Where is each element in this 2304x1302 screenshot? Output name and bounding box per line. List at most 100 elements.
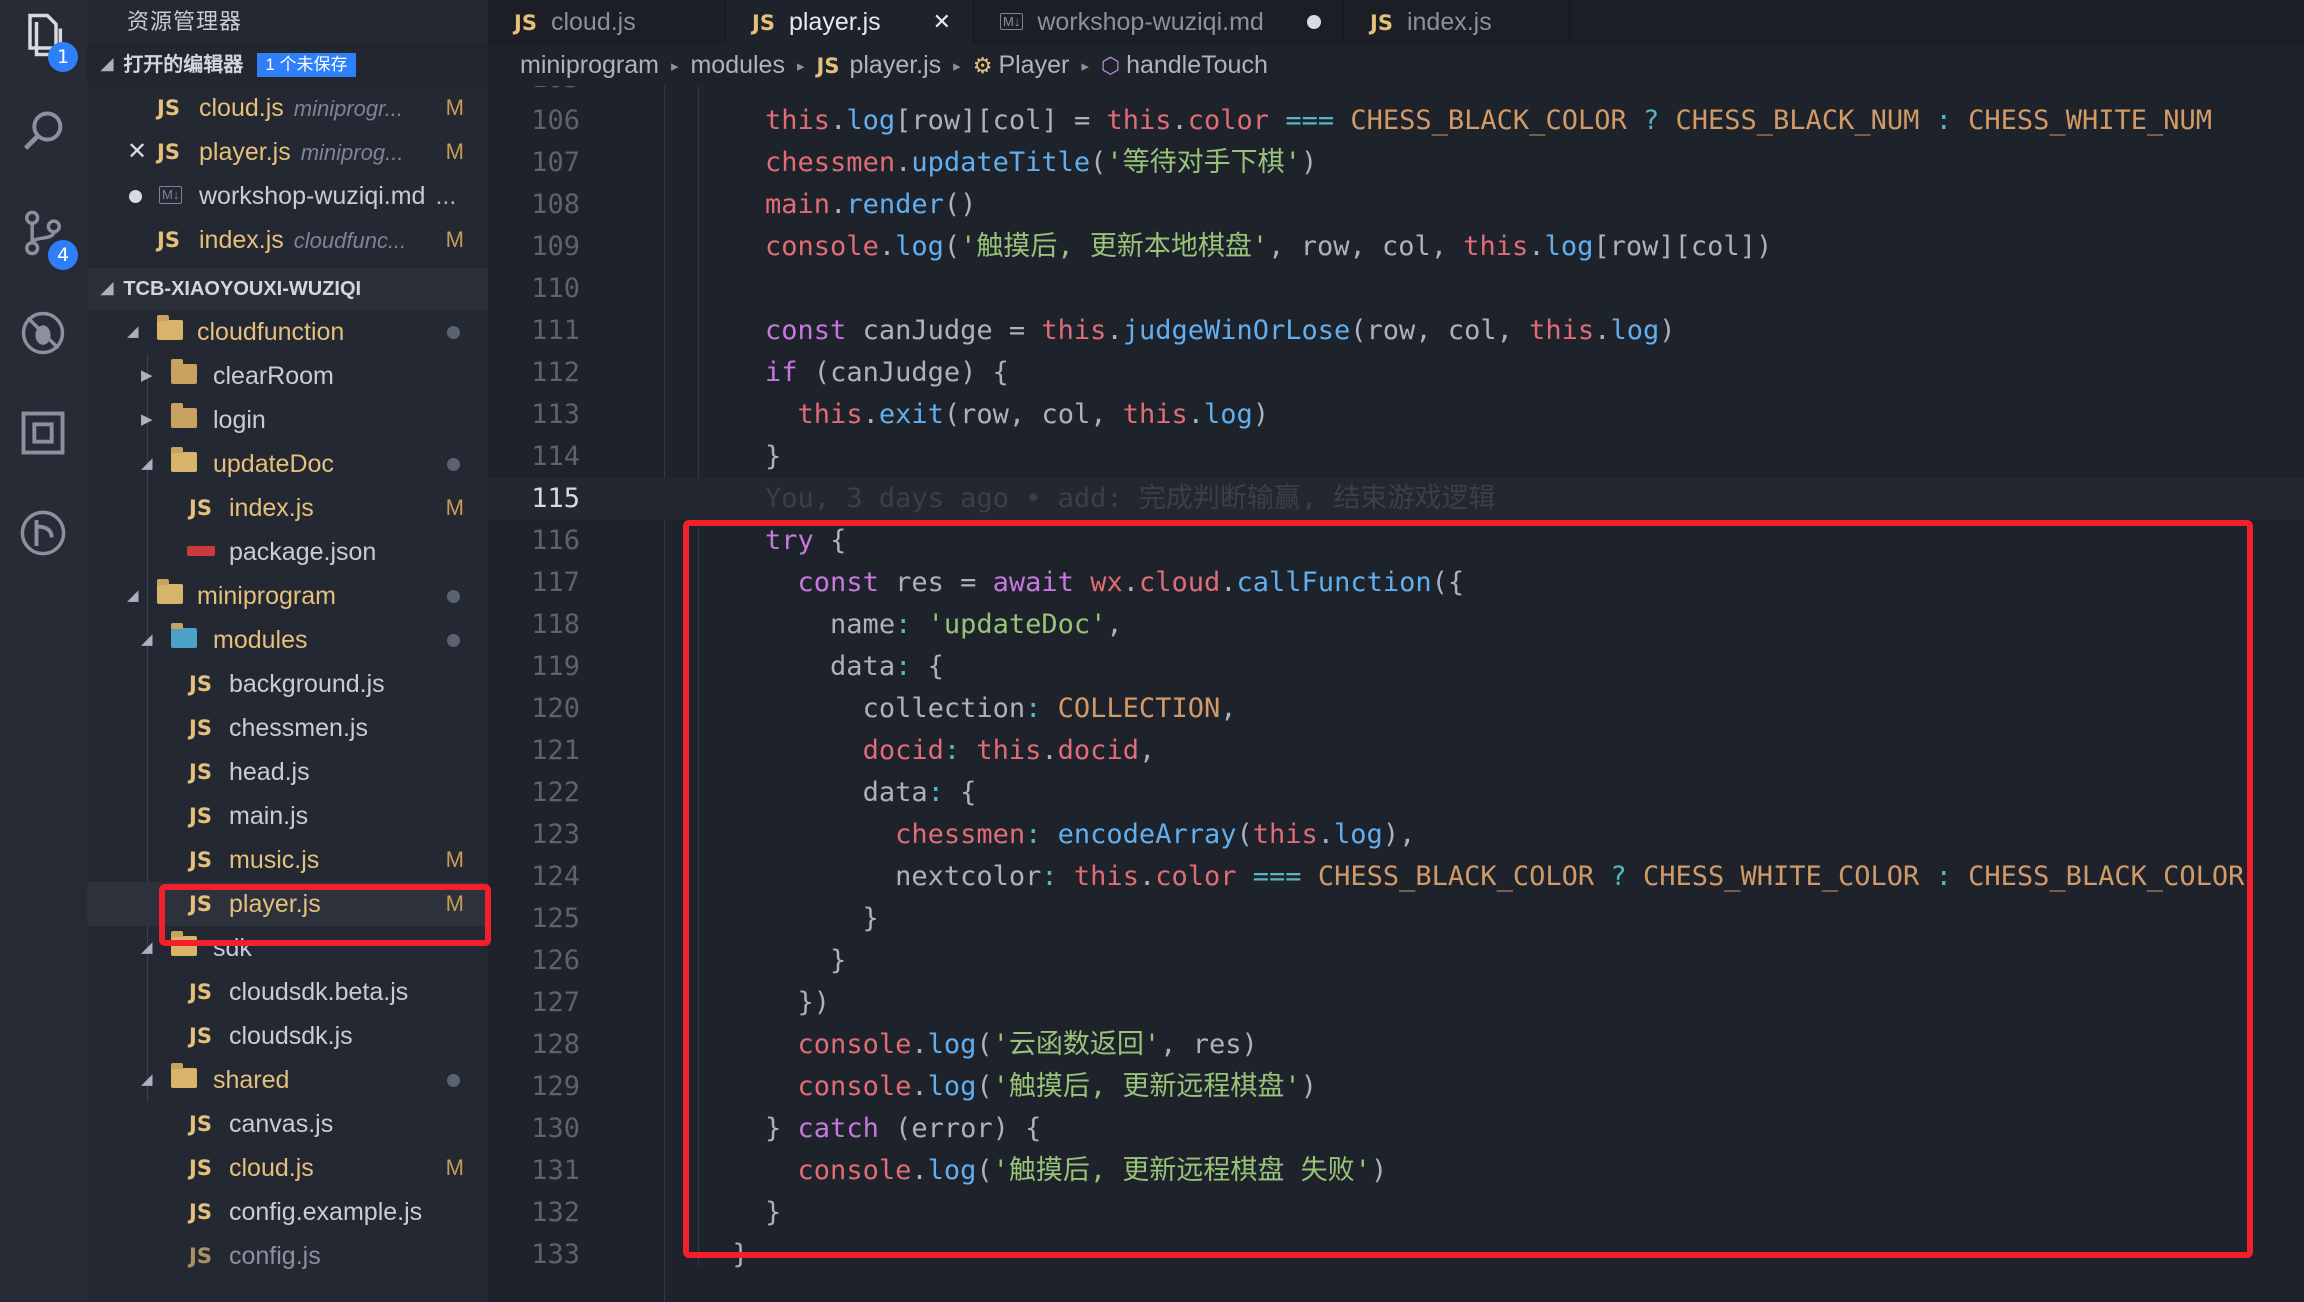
code-line[interactable]: 109 console.log('触摸后, 更新本地棋盘', row, col,… [488,226,2304,268]
tree-folder[interactable]: ◢ miniprogram [87,574,488,618]
tree-folder[interactable]: ◢ cloudfunction [87,310,488,354]
modules-folder-icon [171,623,197,648]
code-text: this.exit(row, col, this.log) [797,399,1270,430]
open-editor-item[interactable]: JS cloud.js miniprogr... M [87,86,488,130]
breadcrumb-item[interactable]: player.js [849,51,941,79]
code-line[interactable]: 110 [488,268,2304,310]
open-editor-item[interactable]: ✕ JS player.js miniprog... M [87,130,488,174]
git-history-button[interactable] [14,504,72,562]
tree-folder[interactable]: ◢ shared [87,1058,488,1102]
close-icon[interactable]: ✕ [127,130,147,174]
tree-folder[interactable]: ◢ updateDoc [87,442,488,486]
source-control-button[interactable]: 4 [14,204,78,270]
tree-file[interactable]: JS head.js [87,750,488,794]
code-line[interactable]: 114 } [488,436,2304,478]
code-line[interactable]: 123 chessmen: encodeArray(this.log), [488,814,2304,856]
open-editor-item[interactable]: JS index.js cloudfunc... M [87,218,488,262]
code-line[interactable]: 112 if (canJudge) { [488,352,2304,394]
code-line[interactable]: 116 try { [488,520,2304,562]
class-icon: ⚙ [972,53,993,78]
tree-file-selected[interactable]: JS player.js M [87,882,488,926]
code-line[interactable]: 117 const res = await wx.cloud.callFunct… [488,562,2304,604]
open-editor-name: cloud.js [199,94,284,122]
open-editors-title: 打开的编辑器 [123,54,244,76]
code-line[interactable]: 108 main.render() [488,184,2304,226]
tree-file[interactable]: JS cloudsdk.beta.js [87,970,488,1014]
code-line[interactable]: 128 console.log('云函数返回', res) [488,1024,2304,1066]
code-line[interactable]: 124 nextcolor: this.color === CHESS_BLAC… [488,856,2304,898]
open-editor-item[interactable]: M↓ workshop-wuziqi.md... [87,174,488,218]
tree-folder-name: login [213,406,266,434]
markdown-file-icon: M↓ [1000,13,1024,30]
tree-file[interactable]: JS cloud.js M [87,1146,488,1190]
tree-file[interactable]: JS cloudsdk.js [87,1014,488,1058]
breadcrumb-item[interactable]: miniprogram [520,51,659,79]
expanded-triangle-icon: ◢ [127,323,139,340]
tab-player-js[interactable]: JS player.js ✕ [726,0,974,44]
js-file-icon: JS [189,804,212,828]
code-line[interactable]: 121 docid: this.docid, [488,730,2304,772]
code-line[interactable]: 127 }) [488,982,2304,1024]
tree-file[interactable]: JS config.js [87,1234,488,1278]
debug-button[interactable] [14,304,72,362]
code-line[interactable]: 120 collection: COLLECTION, [488,688,2304,730]
tree-file[interactable]: JS index.js M [87,486,488,530]
tab-index-js[interactable]: JS index.js [1344,0,1570,44]
tree-file[interactable]: JS canvas.js [87,1102,488,1146]
tree-folder[interactable]: ▶ login [87,398,488,442]
open-editors-header[interactable]: ◢ 打开的编辑器 1 个未保存 [87,44,488,86]
editor-tabs: JS cloud.js JS player.js ✕ M↓ workshop-wuzi… [488,0,2304,44]
tree-folder-name: cloudfunction [197,318,345,346]
tree-file[interactable]: JS main.js [87,794,488,838]
breadcrumb-item[interactable]: modules [690,51,785,79]
tab-workshop-md[interactable]: M↓ workshop-wuziqi.md [974,0,1344,44]
code-line[interactable]: 131 console.log('触摸后, 更新远程棋盘 失败') [488,1150,2304,1192]
code-text: console.log('触摸后, 更新本地棋盘', row, col, thi… [765,231,1773,262]
tree-folder-name: sdk [213,934,252,962]
tree-file[interactable]: JS background.js [87,662,488,706]
code-line[interactable]: 129 console.log('触摸后, 更新远程棋盘') [488,1066,2304,1108]
tree-file[interactable]: JS config.example.js [87,1190,488,1234]
tab-cloud-js[interactable]: JS cloud.js [488,0,726,44]
code-line[interactable]: 125 } [488,898,2304,940]
code-text: } [700,1239,749,1270]
code-line[interactable]: 107 chessmen.updateTitle('等待对手下棋') [488,142,2304,184]
code-line[interactable]: 105 [488,86,2304,100]
tree-folder[interactable]: ▶ clearRoom [87,354,488,398]
code-line[interactable]: 119 data: { [488,646,2304,688]
code-text: collection: COLLECTION, [862,693,1237,724]
code-line[interactable]: 111 const canJudge = this.judgeWinOrLose… [488,310,2304,352]
code-text: name: 'updateDoc', [830,609,1123,640]
tree-file[interactable]: package.json [87,530,488,574]
line-number: 112 [531,357,580,388]
folder-open-icon [171,447,197,472]
line-number: 124 [531,861,580,892]
unsaved-dot-icon[interactable] [129,190,142,203]
code-editor[interactable]: 105106 this.log[row][col] = this.color =… [488,86,2304,1302]
open-editor-desc: miniprogr... [293,96,403,121]
tree-file-name: config.js [229,1242,321,1270]
breadcrumb-item[interactable]: handleTouch [1126,51,1268,79]
close-icon[interactable]: ✕ [933,0,951,44]
breadcrumb-item[interactable]: Player [998,51,1069,79]
search-button[interactable] [14,104,72,162]
code-line[interactable]: 132 } [488,1192,2304,1234]
code-line[interactable]: 106 this.log[row][col] = this.color === … [488,100,2304,142]
collapsed-triangle-icon: ▶ [141,367,153,384]
explorer-button[interactable]: 1 [14,6,78,72]
code-line[interactable]: 113 this.exit(row, col, this.log) [488,394,2304,436]
code-line[interactable]: 126 } [488,940,2304,982]
unsaved-dot-icon[interactable] [1307,15,1321,29]
code-line[interactable]: 133 } [488,1234,2304,1276]
tree-folder[interactable]: ◢ sdk [87,926,488,970]
code-line[interactable]: 122 data: { [488,772,2304,814]
tree-file[interactable]: JS chessmen.js [87,706,488,750]
tree-folder[interactable]: ◢ modules [87,618,488,662]
code-line[interactable]: 130 } catch (error) { [488,1108,2304,1150]
project-header[interactable]: ◢ TCB-XIAOYOUXI-WUZIQI [87,268,488,310]
code-line[interactable]: 115 You, 3 days ago • add: 完成判断输赢, 结束游戏逻… [488,478,2304,520]
code-text: try { [765,525,847,556]
code-line[interactable]: 118 name: 'updateDoc', [488,604,2304,646]
tree-file[interactable]: JS music.js M [87,838,488,882]
extensions-button[interactable] [14,404,72,462]
